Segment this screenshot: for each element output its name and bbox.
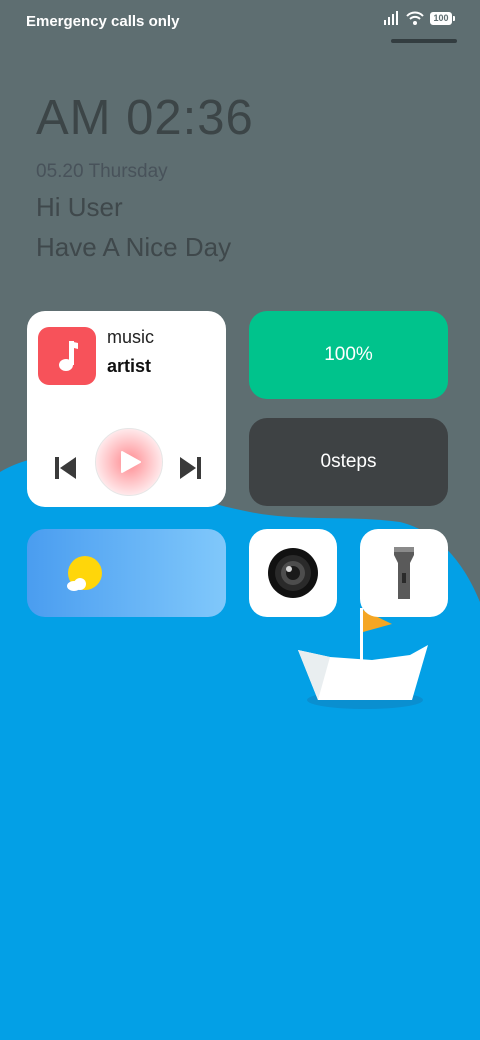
- steps-widget[interactable]: 0steps: [249, 418, 448, 506]
- music-widget[interactable]: music artist: [27, 311, 226, 507]
- next-icon: [180, 457, 201, 479]
- track-artist: artist: [107, 356, 152, 376]
- weather-widget[interactable]: [27, 529, 226, 617]
- previous-icon: [55, 457, 76, 479]
- wifi-icon: [406, 11, 424, 25]
- carrier-text: Emergency calls only: [26, 13, 180, 30]
- wallpaper-sea-boat: [0, 455, 480, 1040]
- album-art: [38, 327, 96, 385]
- previous-button[interactable]: [54, 456, 78, 485]
- greeting-text: Hi User: [36, 192, 123, 222]
- flashlight-button[interactable]: [360, 529, 448, 617]
- camera-icon: [268, 548, 318, 598]
- sun-cloud-icon: [67, 556, 102, 591]
- notification-handle[interactable]: [391, 39, 457, 43]
- status-bar: Emergency calls only 100: [0, 0, 480, 44]
- track-title: music: [107, 327, 155, 347]
- battery-icon: 100: [430, 11, 455, 25]
- status-icons: 100: [384, 11, 455, 25]
- play-button[interactable]: [95, 428, 163, 496]
- next-button[interactable]: [178, 456, 202, 485]
- step-count: 0steps: [320, 451, 377, 472]
- greeting-message: Have A Nice Day: [36, 232, 232, 262]
- flashlight-icon: [394, 547, 414, 599]
- clock-time: AM 02:36: [36, 91, 254, 145]
- signal-icon: [384, 11, 398, 25]
- battery-level: 100%: [324, 344, 373, 365]
- clock-date: 05.20 Thursday: [36, 161, 168, 182]
- play-icon: [121, 451, 141, 473]
- camera-button[interactable]: [249, 529, 337, 617]
- music-note-icon: [59, 341, 78, 371]
- battery-widget[interactable]: 100%: [249, 311, 448, 399]
